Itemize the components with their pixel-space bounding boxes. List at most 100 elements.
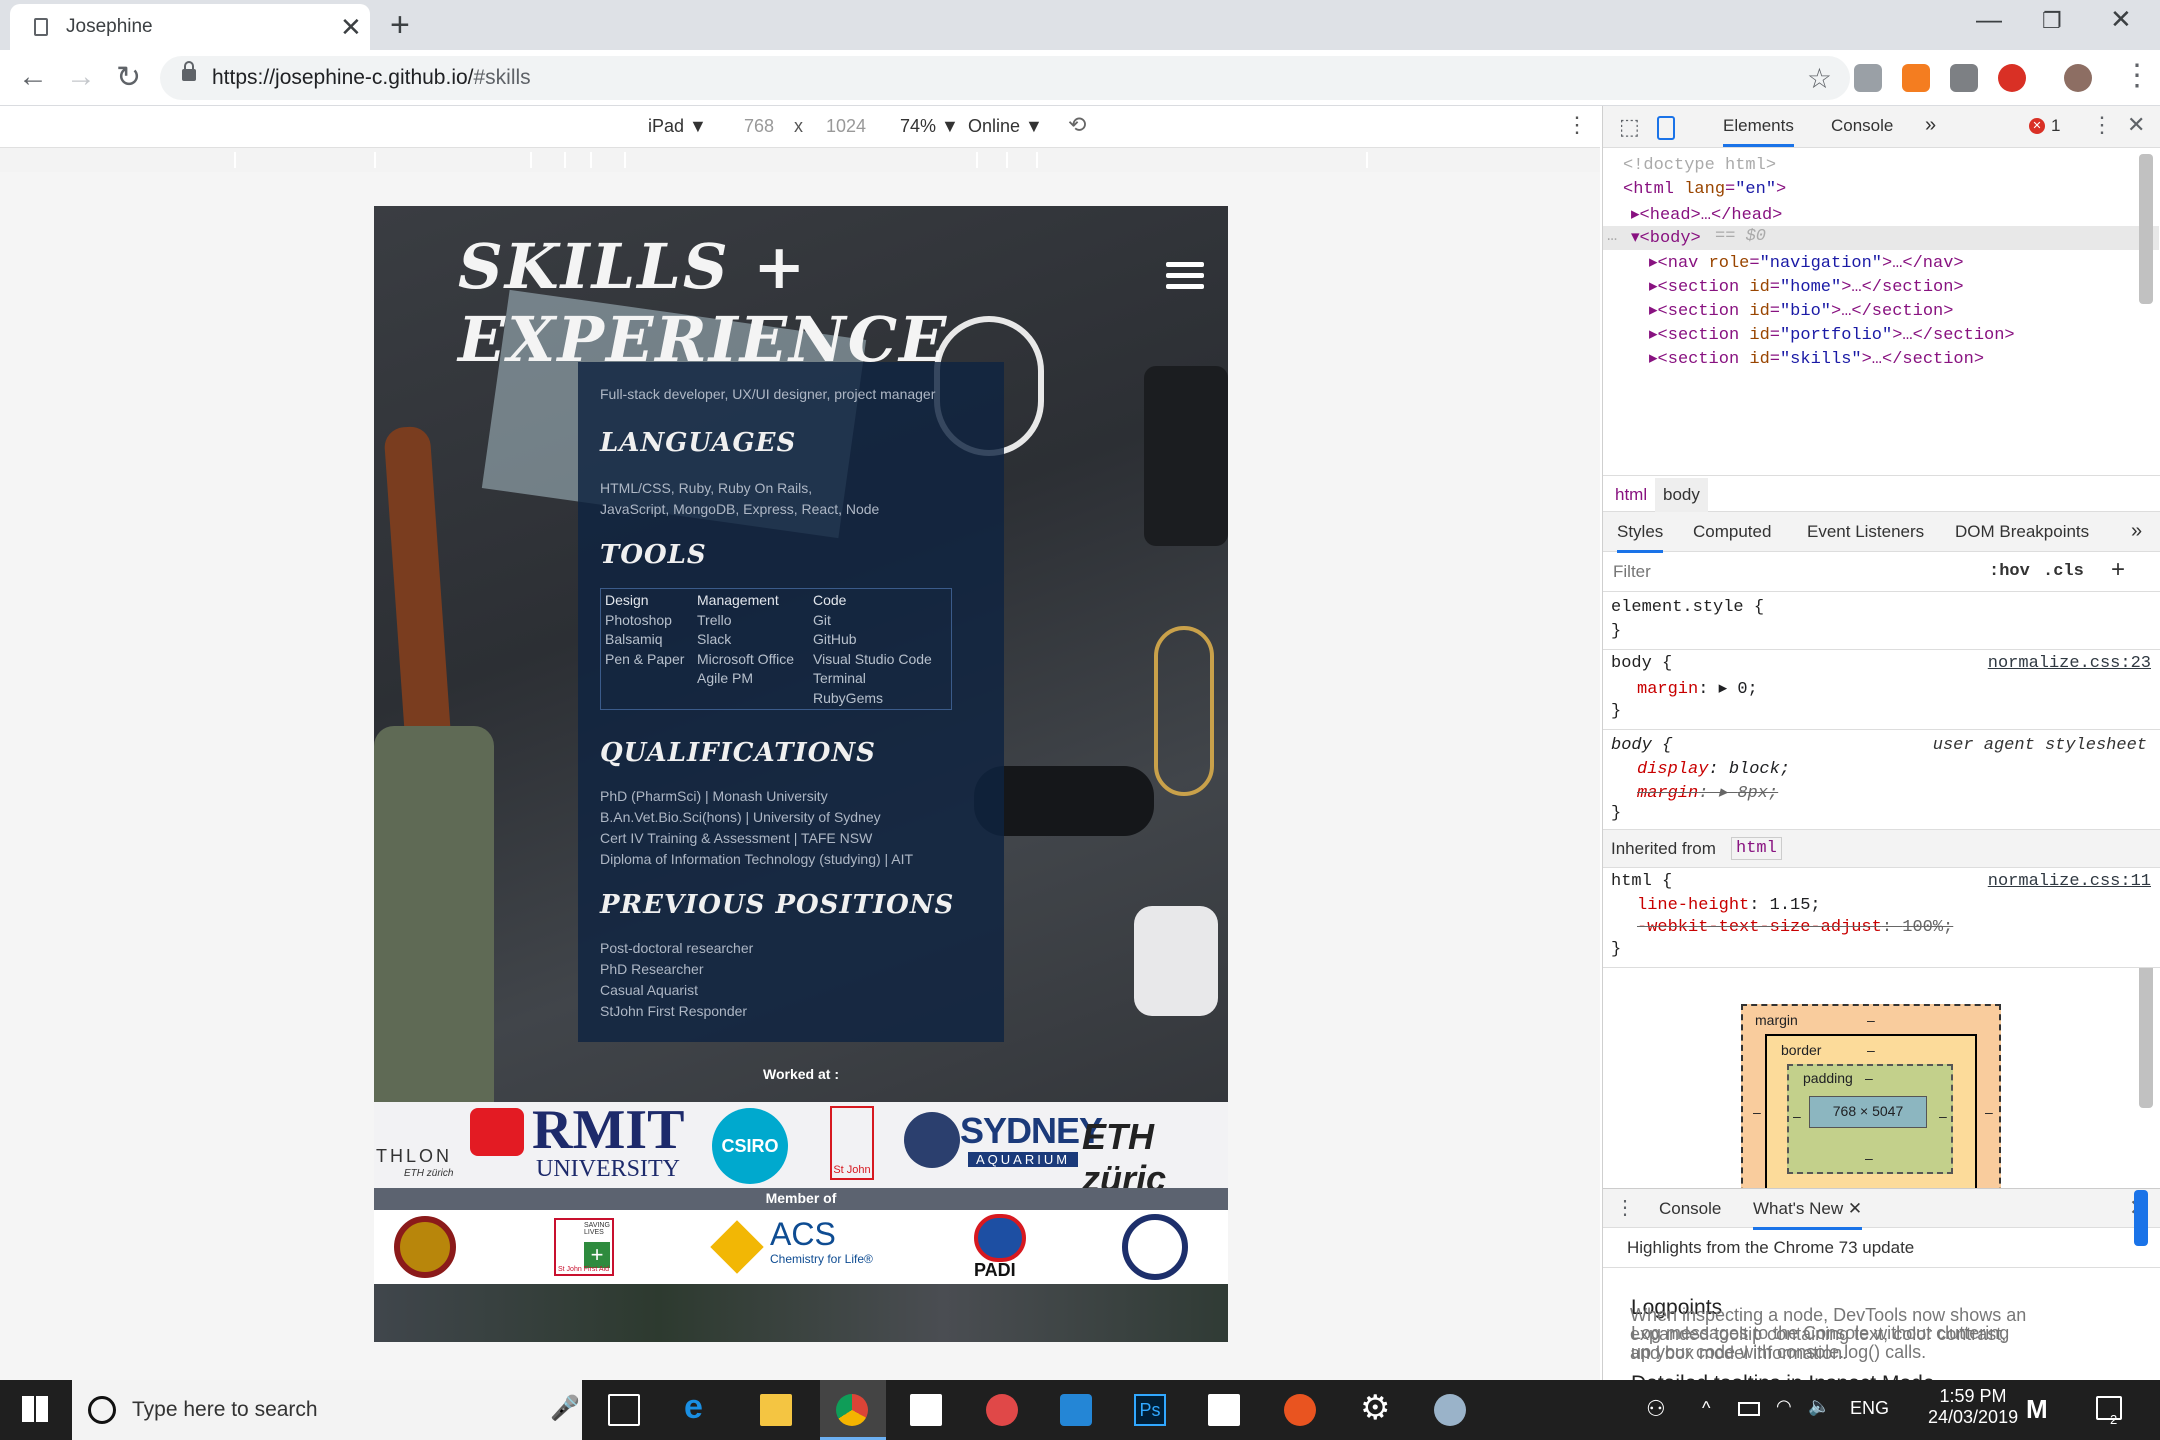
- language-indicator[interactable]: ENG: [1850, 1398, 1889, 1419]
- hamburger-menu-icon[interactable]: [1166, 262, 1204, 290]
- dom-nav[interactable]: ▸<nav role="navigation">…</nav>: [1649, 252, 1964, 273]
- styles-filter-input[interactable]: [1613, 560, 1973, 584]
- dom-html[interactable]: <html lang="en">: [1623, 180, 1786, 199]
- extension-icon[interactable]: [1854, 64, 1882, 92]
- tray-chevron-icon[interactable]: ^: [1702, 1398, 1710, 1419]
- chrome-menu-icon[interactable]: ⋮: [2122, 58, 2152, 93]
- inherited-html-link[interactable]: html: [1731, 837, 1782, 860]
- close-window-icon[interactable]: ✕: [2110, 4, 2132, 35]
- clock[interactable]: 1:59 PM 24/03/2019: [1928, 1386, 2018, 1428]
- height-field[interactable]: 1024: [826, 116, 866, 137]
- taskbar-search[interactable]: Type here to search 🎤: [72, 1380, 582, 1440]
- vscode-icon[interactable]: [1060, 1394, 1092, 1426]
- people-icon[interactable]: ⚇: [1646, 1396, 1666, 1422]
- minimize-icon[interactable]: —: [1976, 4, 2002, 35]
- edge-icon[interactable]: e: [684, 1388, 716, 1426]
- tools-table: Design Photoshop Balsamiq Pen & Paper Ma…: [600, 588, 952, 710]
- media-query-ruler[interactable]: [0, 148, 1600, 172]
- forward-icon[interactable]: →: [66, 60, 96, 94]
- store-icon[interactable]: [910, 1394, 942, 1426]
- width-field[interactable]: 768: [744, 116, 774, 137]
- reload-icon[interactable]: ↻: [116, 60, 141, 95]
- omnibox[interactable]: https://josephine-c.github.io/#skills ☆: [160, 56, 1850, 100]
- dom-scrollbar[interactable]: [2139, 154, 2153, 304]
- drawer-scrollbar[interactable]: [2134, 1190, 2148, 1246]
- back-icon[interactable]: ←: [18, 60, 48, 94]
- error-icon[interactable]: ✕: [2029, 118, 2045, 134]
- tab-elements[interactable]: Elements: [1723, 116, 1794, 147]
- whats-new-item-title[interactable]: Detailed tooltips in Inspect Mode: [1631, 1372, 1935, 1380]
- battery-icon[interactable]: [1738, 1402, 1760, 1416]
- bookmark-star-icon[interactable]: ☆: [1807, 62, 1832, 95]
- photos-icon[interactable]: [1208, 1394, 1240, 1426]
- normalize-link-23[interactable]: normalize.css:23: [1988, 654, 2151, 673]
- breadcrumb-html[interactable]: html: [1615, 485, 1647, 505]
- ubuntu-icon[interactable]: [1284, 1394, 1316, 1426]
- breadcrumb-body[interactable]: body: [1655, 478, 1708, 512]
- address-bar-row: ← → ↻ https://josephine-c.github.io/#ski…: [0, 50, 2160, 106]
- volume-icon[interactable]: 🔈: [1808, 1396, 1830, 1417]
- windows-start-icon[interactable]: [22, 1396, 48, 1422]
- device-toolbar-menu-icon[interactable]: ⋮: [1566, 112, 1588, 138]
- hov-toggle[interactable]: :hov: [1989, 562, 2030, 581]
- network-select[interactable]: Online ▼: [968, 116, 1043, 137]
- zoom-select[interactable]: 74% ▼: [900, 116, 959, 137]
- settings-gear-icon[interactable]: ⚙: [1360, 1388, 1392, 1427]
- microphone-icon[interactable]: 🎤: [550, 1394, 580, 1423]
- close-devtools-icon[interactable]: ✕: [2127, 112, 2145, 138]
- close-whats-new-icon[interactable]: ✕: [1848, 1199, 1862, 1218]
- device-select[interactable]: iPad ▼: [648, 116, 707, 137]
- yab-extension-icon[interactable]: [1998, 64, 2026, 92]
- rotate-icon[interactable]: ⟲: [1068, 112, 1086, 138]
- tab-styles[interactable]: Styles: [1617, 522, 1664, 553]
- device-toggle-icon[interactable]: [1657, 116, 1675, 140]
- dom-doctype[interactable]: <!doctype html>: [1623, 156, 1776, 175]
- app-icon[interactable]: [1434, 1394, 1466, 1426]
- dom-head[interactable]: ▸<head>…</head>: [1631, 204, 1782, 225]
- box-content-size[interactable]: 768 × 5047: [1809, 1096, 1927, 1128]
- shopping-extension-icon[interactable]: [1902, 64, 1930, 92]
- browser-tab[interactable]: Josephine ✕: [10, 4, 370, 50]
- inspect-element-icon[interactable]: ⬚: [1619, 114, 1640, 140]
- box-margin[interactable]: margin – – – border – padding – – – – 76…: [1741, 1004, 2001, 1188]
- camera-extension-icon[interactable]: [1950, 64, 1978, 92]
- drawer-tab-whats-new[interactable]: What's New ✕: [1753, 1199, 1863, 1230]
- devtools-menu-icon[interactable]: ⋮: [2091, 112, 2113, 138]
- tab-event-listeners[interactable]: Event Listeners: [1807, 522, 1924, 542]
- dom-body-selected[interactable]: … ▾<body> == $0: [1603, 226, 2159, 250]
- restore-icon[interactable]: ❐: [2042, 8, 2062, 34]
- next-section-image: [374, 1284, 1228, 1342]
- normalize-link-11[interactable]: normalize.css:11: [1988, 872, 2151, 891]
- chrome-icon[interactable]: [836, 1394, 868, 1426]
- drawer-tab-console[interactable]: Console: [1659, 1199, 1721, 1219]
- close-tab-icon[interactable]: ✕: [340, 12, 362, 43]
- new-rule-button[interactable]: +: [2111, 556, 2125, 584]
- tab-computed[interactable]: Computed: [1693, 522, 1771, 542]
- task-view-icon[interactable]: [608, 1394, 640, 1426]
- cls-toggle[interactable]: .cls: [2043, 562, 2084, 581]
- dom-section-home[interactable]: ▸<section id="home">…</section>: [1649, 276, 1964, 297]
- lock-icon: [182, 61, 196, 81]
- drawer-menu-icon[interactable]: ⋮: [1615, 1195, 1635, 1220]
- styles-scrollbar[interactable]: [2139, 968, 2153, 1108]
- dom-section-portfolio[interactable]: ▸<section id="portfolio">…</section>: [1649, 324, 2015, 345]
- cortana-icon: [88, 1396, 116, 1424]
- box-padding[interactable]: padding – – – – 768 × 5047: [1787, 1064, 1953, 1174]
- error-count[interactable]: 1: [2051, 116, 2060, 136]
- paint-app-icon[interactable]: [986, 1394, 1018, 1426]
- dom-section-skills[interactable]: ▸<section id="skills">…</section>: [1649, 348, 1984, 369]
- tab-console[interactable]: Console: [1831, 116, 1893, 136]
- file-explorer-icon[interactable]: [760, 1394, 792, 1426]
- profile-avatar[interactable]: [2064, 64, 2092, 92]
- wifi-icon[interactable]: ◠: [1776, 1396, 1792, 1417]
- more-style-tabs-icon[interactable]: »: [2131, 520, 2142, 543]
- action-center-icon[interactable]: [2096, 1396, 2122, 1420]
- dom-section-bio[interactable]: ▸<section id="bio">…</section>: [1649, 300, 1953, 321]
- box-border[interactable]: border – padding – – – – 768 × 5047: [1765, 1034, 1977, 1188]
- meet-now-icon[interactable]: M: [2026, 1394, 2048, 1425]
- tab-dom-breakpoints[interactable]: DOM Breakpoints: [1955, 522, 2089, 542]
- more-tabs-icon[interactable]: »: [1925, 114, 1936, 137]
- url-text[interactable]: https://josephine-c.github.io/#skills: [212, 66, 531, 90]
- photoshop-icon[interactable]: Ps: [1134, 1394, 1166, 1426]
- new-tab-button[interactable]: +: [390, 6, 410, 45]
